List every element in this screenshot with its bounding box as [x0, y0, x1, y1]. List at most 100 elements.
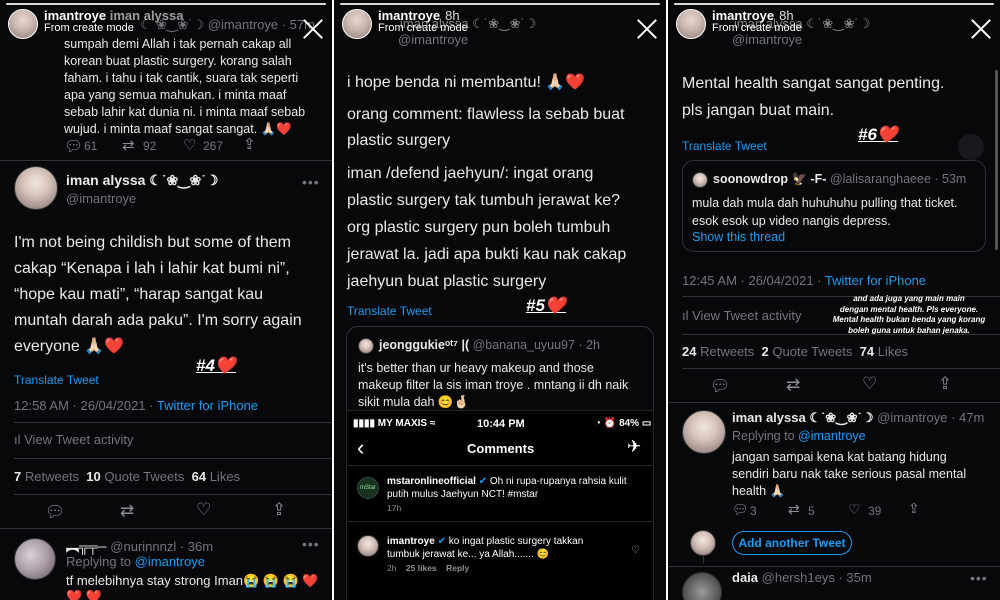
retweet-icon[interactable]: ⇄: [788, 501, 800, 518]
next-author[interactable]: daia @hersh1eys · 35m: [732, 570, 872, 585]
avatar[interactable]: [682, 410, 726, 454]
divider: [682, 368, 1000, 369]
tweet-timestamp: 12:45 AM · 26/04/2021 · Twitter for iPho…: [682, 273, 927, 288]
story-caption: and ada juga yang main main dengan menta…: [832, 294, 986, 335]
close-icon[interactable]: [636, 18, 658, 40]
story-avatar[interactable]: [676, 9, 706, 39]
share-icon[interactable]: ⇪: [272, 500, 286, 520]
reply-text: jangan sampai kena kat batang hidung sen…: [732, 450, 967, 498]
add-another-tweet-button[interactable]: Add another Tweet: [732, 531, 852, 555]
story-username[interactable]: imantroye 8h: [712, 8, 794, 23]
engagement-stats: 24 Retweets 2 Quote Tweets 74 Likes: [682, 344, 909, 359]
reply-icon[interactable]: 💬︎: [45, 502, 65, 522]
more-icon[interactable]: •••: [302, 536, 320, 552]
author-handle[interactable]: @imantroye: [66, 191, 136, 206]
story-username[interactable]: imantroye 8h: [378, 8, 460, 23]
battery: ◔ ⏰ 84% ▭: [595, 418, 652, 429]
story-header: imantroye 8h From create mode: [668, 0, 1000, 60]
translate-link[interactable]: Translate Tweet: [682, 139, 767, 153]
like-icon[interactable]: ♡: [862, 374, 877, 394]
avatar: [358, 338, 374, 354]
send-icon[interactable]: ✈︎: [627, 437, 641, 457]
divider: [347, 521, 653, 522]
view-activity-link[interactable]: ıl View Tweet activity: [682, 308, 801, 323]
share-icon[interactable]: ⇪: [243, 135, 256, 153]
share-icon[interactable]: ⇪: [938, 374, 952, 394]
divider: [668, 566, 1000, 567]
divider: [14, 422, 332, 423]
story-header: imantroye iman alyssa From create mode: [0, 0, 332, 60]
avatar: [690, 530, 716, 556]
comment-1: mstaronlineofficial ✔ Oh ni rupa-rupanya…: [387, 476, 627, 500]
more-icon[interactable]: •••: [302, 174, 320, 190]
tweet-timestamp: 12:58 AM · 26/04/2021 · Twitter for iPho…: [14, 398, 259, 413]
retweet-icon[interactable]: ⇄: [120, 501, 134, 521]
carrier: ▮▮▮▮ MY MAXIS ≈: [353, 418, 436, 429]
activity-icon: ıl: [14, 432, 25, 447]
close-icon[interactable]: [302, 18, 324, 40]
author-name[interactable]: iman alyssa ☾˙❀‿❀˙☽: [66, 172, 218, 189]
story-panel-1: imantroye iman alyssa From create mode ☾…: [0, 0, 332, 600]
story-subtitle: From create mode: [378, 22, 468, 34]
source-link[interactable]: Twitter for iPhone: [825, 273, 926, 288]
avatar: [357, 535, 379, 557]
retweet-icon[interactable]: ⇄: [122, 136, 135, 154]
divider: [668, 402, 1000, 403]
avatar[interactable]: [682, 572, 722, 600]
like-count: 39: [868, 504, 882, 518]
retweet-count: 92: [143, 139, 157, 153]
heart-icon[interactable]: ♡: [631, 545, 640, 556]
quote-author: jeonggukieᵒᵗ⁷ |( @banana_uyuu97 · 2h: [379, 338, 600, 352]
back-icon[interactable]: ‹: [357, 435, 364, 461]
avatar: mStar: [357, 477, 379, 499]
share-icon[interactable]: ⇪: [908, 500, 920, 517]
more-icon[interactable]: •••: [970, 570, 988, 586]
clock: 10:44 PM: [477, 418, 525, 430]
comments-title: Comments: [467, 441, 535, 456]
activity-icon: ıl: [682, 308, 693, 323]
story-avatar[interactable]: [8, 9, 38, 39]
divider: [347, 465, 653, 466]
like-icon[interactable]: ♡: [848, 501, 861, 518]
number-badge: #5❤️: [526, 296, 567, 315]
divider: [682, 334, 1000, 335]
scrollbar[interactable]: [995, 70, 998, 250]
instagram-screenshot: ▮▮▮▮ MY MAXIS ≈ 10:44 PM ◔ ⏰ 84% ▭ ‹ Com…: [346, 410, 654, 600]
view-activity-link[interactable]: ıl View Tweet activity: [14, 432, 133, 447]
reply-icon[interactable]: 💬︎: [732, 502, 749, 518]
story-avatar[interactable]: [342, 9, 372, 39]
reply-author[interactable]: iman alyssa ☾˙❀‿❀˙☽ @imantroye · 47m: [732, 410, 984, 426]
reply-author[interactable]: ︻╦╤─ @nurinnnzl · 36m: [66, 536, 213, 555]
source-link[interactable]: Twitter for iPhone: [157, 398, 258, 413]
story-header: imantroye 8h From create mode: [334, 0, 666, 60]
avatar: [692, 172, 708, 188]
story-panel-2: imantroye 8h From create mode iman alyssa…: [334, 0, 666, 600]
story-subtitle: From create mode: [712, 22, 802, 34]
tweet-text-line1: i hope benda ni membantu! 🙏🏻❤️: [347, 74, 586, 91]
divider: [0, 528, 332, 529]
avatar[interactable]: [14, 166, 58, 210]
story-subtitle: From create mode: [44, 22, 134, 34]
story-progress-bar: [340, 3, 660, 5]
replying-to: Replying to @imantroye: [732, 429, 866, 443]
quote-author: soonowdrop 🦅 -F- @lalisaranghaeee · 53m: [713, 172, 967, 186]
thread-line: [703, 556, 704, 564]
like-icon[interactable]: ♡: [183, 136, 196, 154]
divider: [14, 458, 332, 459]
story-username[interactable]: imantroye iman alyssa: [44, 8, 183, 23]
replying-to: Replying to @imantroye: [66, 554, 205, 569]
like-icon[interactable]: ♡: [196, 500, 211, 520]
tweet-text-line3: iman /defend jaehyun/: ingat orang plast…: [347, 165, 627, 290]
divider: [0, 160, 332, 161]
avatar[interactable]: [14, 538, 56, 580]
translate-link[interactable]: Translate Tweet: [14, 373, 99, 387]
retweet-count: 5: [808, 504, 815, 518]
reply-icon[interactable]: 💬︎: [710, 376, 730, 396]
show-thread-link[interactable]: Show this thread: [692, 230, 785, 244]
reply-icon[interactable]: 💬︎: [64, 137, 83, 155]
number-badge: #6❤️: [858, 125, 899, 144]
translate-link[interactable]: Translate Tweet: [347, 304, 432, 318]
close-icon[interactable]: [970, 18, 992, 40]
comment-2: imantroye ✔ ko ingat plastic surgery tak…: [387, 536, 584, 560]
retweet-icon[interactable]: ⇄: [786, 375, 800, 395]
